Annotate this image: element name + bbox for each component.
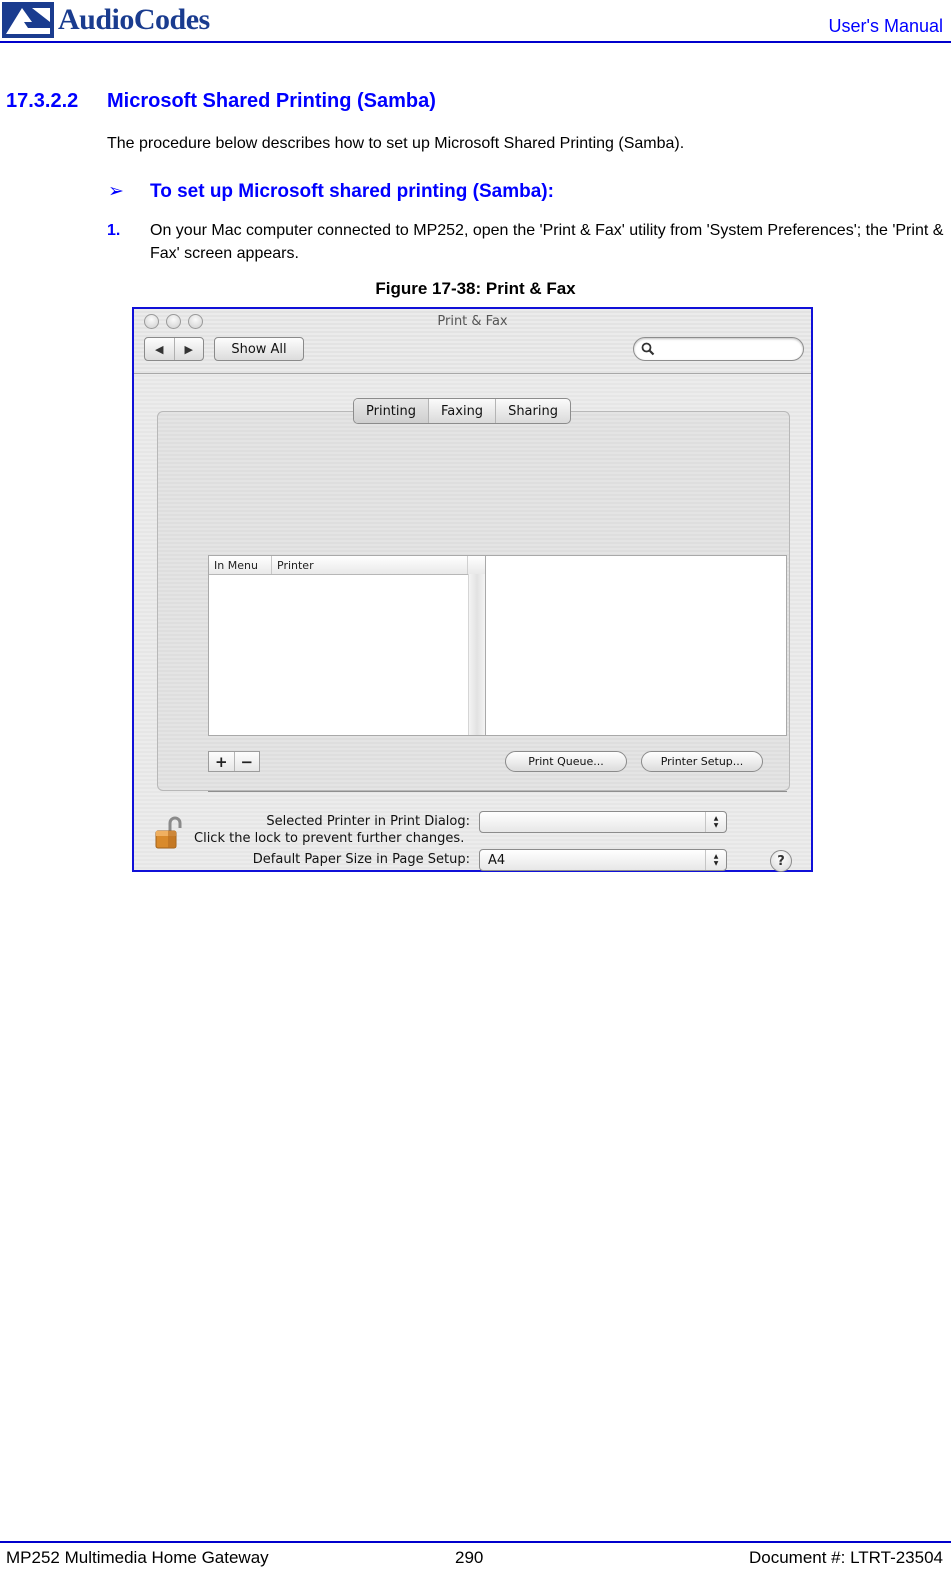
back-arrow-icon[interactable]: ◀ [145, 338, 174, 360]
manual-title: User's Manual [828, 16, 943, 36]
procedure-heading: ➢ To set up Microsoft shared printing (Sa… [108, 180, 554, 203]
step-text: On your Mac computer connected to MP252,… [150, 222, 944, 262]
remove-printer-button[interactable]: − [233, 752, 260, 771]
paper-size-select[interactable]: A4 ▲ ▼ [479, 849, 727, 871]
audiocodes-logo-icon [2, 2, 54, 38]
paper-size-value: A4 [488, 853, 506, 868]
section-heading: 17.3.2.2 Microsoft Shared Printing (Samba… [6, 90, 436, 113]
page-number: 290 [455, 1548, 484, 1567]
figure-caption: Figure 17-38: Print & Fax [375, 279, 576, 298]
back-forward-control: ◀ ▶ [144, 337, 204, 361]
paper-size-label: Default Paper Size in Page Setup: [252, 852, 470, 867]
arrow-bullet-icon: ➢ [108, 181, 124, 202]
document-number: Document #: LTRT-23504 [748, 1548, 943, 1567]
printer-list-scrollbar[interactable] [468, 574, 485, 735]
panel-divider [208, 791, 787, 792]
window-toolbar: Print & Fax ◀ ▶ Show All [134, 309, 811, 374]
procedure-title: To set up Microsoft shared printing (Sam… [150, 181, 554, 202]
tab-bar: Printing Faxing Sharing [353, 398, 571, 424]
column-in-menu[interactable]: In Menu [209, 556, 272, 574]
column-printer[interactable]: Printer [272, 556, 468, 574]
tab-printing[interactable]: Printing [354, 399, 429, 423]
printer-list-header: In Menu Printer [209, 556, 485, 575]
selected-printer-label: Selected Printer in Print Dialog: [266, 814, 470, 829]
lock-message: Click the lock to prevent further change… [194, 831, 465, 846]
step-item: 1. On your Mac computer connected to MP2… [107, 219, 947, 265]
updown-arrows-icon: ▲ ▼ [705, 812, 726, 832]
section-title: Microsoft Shared Printing (Samba) [107, 90, 436, 112]
tab-faxing[interactable]: Faxing [428, 399, 495, 423]
print-queue-button[interactable]: Print Queue... [505, 751, 627, 772]
add-printer-button[interactable]: + [209, 752, 234, 771]
section-number: 17.3.2.2 [6, 90, 79, 112]
lock-open-icon[interactable] [154, 816, 186, 850]
window-title: Print & Fax [437, 314, 508, 329]
footer-product: MP252 Multimedia Home Gateway [6, 1548, 269, 1567]
print-fax-window: Print & Fax ◀ ▶ Show All In Menu Printer… [132, 307, 813, 872]
audiocodes-logo: AudioCodes [2, 2, 210, 38]
search-icon [641, 342, 655, 356]
printing-panel: In Menu Printer + − Print Queue... Print… [157, 411, 792, 872]
intro-paragraph: The procedure below describes how to set… [107, 135, 685, 152]
help-button[interactable]: ? [770, 850, 792, 872]
show-all-button[interactable]: Show All [214, 337, 304, 361]
updown-arrows-icon: ▲ ▼ [705, 850, 726, 870]
add-remove-control: + − [208, 751, 260, 772]
printer-detail-pane [485, 555, 787, 736]
forward-arrow-icon[interactable]: ▶ [173, 338, 204, 360]
printer-setup-button[interactable]: Printer Setup... [641, 751, 763, 772]
printer-list[interactable]: In Menu Printer [208, 555, 486, 736]
step-number: 1. [107, 222, 121, 239]
logo-text: AudioCodes [58, 3, 210, 36]
header-divider [0, 41, 951, 43]
tab-sharing[interactable]: Sharing [495, 399, 570, 423]
footer-divider [0, 1541, 951, 1543]
search-input[interactable] [633, 337, 804, 361]
selected-printer-select[interactable]: ▲ ▼ [479, 811, 727, 833]
